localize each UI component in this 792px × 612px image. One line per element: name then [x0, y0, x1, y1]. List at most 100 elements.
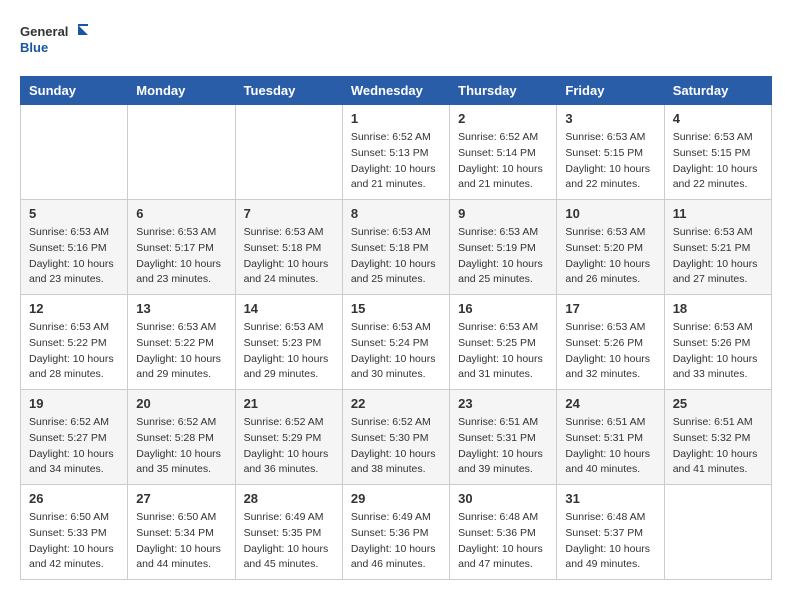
day-number: 21: [244, 396, 334, 411]
day-number: 30: [458, 491, 548, 506]
calendar-cell: 29Sunrise: 6:49 AM Sunset: 5:36 PM Dayli…: [342, 485, 449, 580]
calendar-cell: [664, 485, 771, 580]
day-info: Sunrise: 6:48 AM Sunset: 5:37 PM Dayligh…: [565, 510, 655, 573]
weekday-header-row: SundayMondayTuesdayWednesdayThursdayFrid…: [21, 77, 772, 105]
day-info: Sunrise: 6:53 AM Sunset: 5:26 PM Dayligh…: [673, 320, 763, 383]
calendar-cell: 31 Sunrise: 6:48 AM Sunset: 5:37 PM Dayli…: [557, 485, 664, 580]
day-info: Sunrise: 6:50 AM Sunset: 5:34 PM Dayligh…: [136, 510, 226, 573]
weekday-header-monday: Monday: [128, 77, 235, 105]
day-number: 8: [351, 206, 441, 221]
calendar-cell: 17Sunrise: 6:53 AM Sunset: 5:26 PM Dayli…: [557, 295, 664, 390]
day-info: Sunrise: 6:52 AM Sunset: 5:13 PM Dayligh…: [351, 130, 441, 193]
day-number: 11: [673, 206, 763, 221]
day-info: Sunrise: 6:53 AM Sunset: 5:17 PM Dayligh…: [136, 225, 226, 288]
calendar-cell: 18 Sunrise: 6:53 AM Sunset: 5:26 PM Dayli…: [664, 295, 771, 390]
calendar-cell: [21, 105, 128, 200]
day-info: Sunrise: 6:53 AM Sunset: 5:22 PM Dayligh…: [29, 320, 119, 383]
day-info: Sunrise: 6:50 AM Sunset: 5:33 PM Dayligh…: [29, 510, 119, 573]
svg-text:Blue: Blue: [20, 40, 48, 55]
calendar-cell: 26 Sunrise: 6:50 AM Sunset: 5:33 PM Dayli…: [21, 485, 128, 580]
day-info: Sunrise: 6:53 AM Sunset: 5:25 PM Dayligh…: [458, 320, 548, 383]
day-number: 3: [565, 111, 655, 126]
day-number: 31: [565, 491, 655, 506]
day-info: Sunrise: 6:49 AM Sunset: 5:35 PM Dayligh…: [244, 510, 334, 573]
calendar-cell: 1Sunrise: 6:52 AM Sunset: 5:13 PM Daylig…: [342, 105, 449, 200]
day-number: 26: [29, 491, 119, 506]
calendar-cell: 19 Sunrise: 6:52 AM Sunset: 5:27 PM Dayli…: [21, 390, 128, 485]
day-info: Sunrise: 6:53 AM Sunset: 5:16 PM Dayligh…: [29, 225, 119, 288]
calendar-cell: [128, 105, 235, 200]
calendar-cell: 20 Sunrise: 6:52 AM Sunset: 5:28 PM Dayli…: [128, 390, 235, 485]
weekday-header-saturday: Saturday: [664, 77, 771, 105]
day-number: 23: [458, 396, 548, 411]
weekday-header-sunday: Sunday: [21, 77, 128, 105]
calendar-week-row: 19 Sunrise: 6:52 AM Sunset: 5:27 PM Dayli…: [21, 390, 772, 485]
calendar-cell: 21 Sunrise: 6:52 AM Sunset: 5:29 PM Dayli…: [235, 390, 342, 485]
day-number: 20: [136, 396, 226, 411]
weekday-header-thursday: Thursday: [450, 77, 557, 105]
svg-text:General: General: [20, 24, 68, 39]
day-number: 15: [351, 301, 441, 316]
day-info: Sunrise: 6:48 AM Sunset: 5:36 PM Dayligh…: [458, 510, 548, 573]
day-info: Sunrise: 6:53 AM Sunset: 5:18 PM Dayligh…: [351, 225, 441, 288]
calendar-table: SundayMondayTuesdayWednesdayThursdayFrid…: [20, 76, 772, 580]
day-number: 24: [565, 396, 655, 411]
calendar-cell: 12Sunrise: 6:53 AM Sunset: 5:22 PM Dayli…: [21, 295, 128, 390]
calendar-week-row: 1Sunrise: 6:52 AM Sunset: 5:13 PM Daylig…: [21, 105, 772, 200]
day-number: 10: [565, 206, 655, 221]
day-info: Sunrise: 6:53 AM Sunset: 5:15 PM Dayligh…: [673, 130, 763, 193]
day-info: Sunrise: 6:53 AM Sunset: 5:15 PM Dayligh…: [565, 130, 655, 193]
weekday-header-wednesday: Wednesday: [342, 77, 449, 105]
calendar-cell: 14Sunrise: 6:53 AM Sunset: 5:23 PM Dayli…: [235, 295, 342, 390]
day-number: 28: [244, 491, 334, 506]
day-info: Sunrise: 6:51 AM Sunset: 5:31 PM Dayligh…: [565, 415, 655, 478]
day-info: Sunrise: 6:53 AM Sunset: 5:18 PM Dayligh…: [244, 225, 334, 288]
day-info: Sunrise: 6:52 AM Sunset: 5:28 PM Dayligh…: [136, 415, 226, 478]
day-info: Sunrise: 6:53 AM Sunset: 5:19 PM Dayligh…: [458, 225, 548, 288]
calendar-cell: 2 Sunrise: 6:52 AM Sunset: 5:14 PM Daylig…: [450, 105, 557, 200]
day-info: Sunrise: 6:53 AM Sunset: 5:23 PM Dayligh…: [244, 320, 334, 383]
day-info: Sunrise: 6:52 AM Sunset: 5:30 PM Dayligh…: [351, 415, 441, 478]
calendar-cell: 16 Sunrise: 6:53 AM Sunset: 5:25 PM Dayli…: [450, 295, 557, 390]
calendar-cell: [235, 105, 342, 200]
calendar-cell: 30 Sunrise: 6:48 AM Sunset: 5:36 PM Dayli…: [450, 485, 557, 580]
calendar-week-row: 12Sunrise: 6:53 AM Sunset: 5:22 PM Dayli…: [21, 295, 772, 390]
calendar-cell: 10 Sunrise: 6:53 AM Sunset: 5:20 PM Dayli…: [557, 200, 664, 295]
day-number: 6: [136, 206, 226, 221]
weekday-header-tuesday: Tuesday: [235, 77, 342, 105]
day-number: 19: [29, 396, 119, 411]
day-number: 22: [351, 396, 441, 411]
calendar-cell: 27 Sunrise: 6:50 AM Sunset: 5:34 PM Dayli…: [128, 485, 235, 580]
day-number: 29: [351, 491, 441, 506]
logo: General Blue: [20, 20, 90, 60]
calendar-cell: 9 Sunrise: 6:53 AM Sunset: 5:19 PM Daylig…: [450, 200, 557, 295]
calendar-cell: 3 Sunrise: 6:53 AM Sunset: 5:15 PM Daylig…: [557, 105, 664, 200]
day-info: Sunrise: 6:51 AM Sunset: 5:31 PM Dayligh…: [458, 415, 548, 478]
day-info: Sunrise: 6:51 AM Sunset: 5:32 PM Dayligh…: [673, 415, 763, 478]
day-number: 2: [458, 111, 548, 126]
day-number: 27: [136, 491, 226, 506]
day-number: 7: [244, 206, 334, 221]
day-info: Sunrise: 6:53 AM Sunset: 5:20 PM Dayligh…: [565, 225, 655, 288]
day-number: 16: [458, 301, 548, 316]
day-number: 13: [136, 301, 226, 316]
calendar-cell: 13 Sunrise: 6:53 AM Sunset: 5:22 PM Dayli…: [128, 295, 235, 390]
day-number: 17: [565, 301, 655, 316]
day-number: 9: [458, 206, 548, 221]
calendar-cell: 15 Sunrise: 6:53 AM Sunset: 5:24 PM Dayli…: [342, 295, 449, 390]
day-info: Sunrise: 6:53 AM Sunset: 5:24 PM Dayligh…: [351, 320, 441, 383]
day-number: 5: [29, 206, 119, 221]
calendar-cell: 11Sunrise: 6:53 AM Sunset: 5:21 PM Dayli…: [664, 200, 771, 295]
calendar-cell: 6 Sunrise: 6:53 AM Sunset: 5:17 PM Daylig…: [128, 200, 235, 295]
day-info: Sunrise: 6:52 AM Sunset: 5:27 PM Dayligh…: [29, 415, 119, 478]
day-number: 4: [673, 111, 763, 126]
calendar-week-row: 26 Sunrise: 6:50 AM Sunset: 5:33 PM Dayli…: [21, 485, 772, 580]
calendar-cell: 7 Sunrise: 6:53 AM Sunset: 5:18 PM Daylig…: [235, 200, 342, 295]
day-number: 18: [673, 301, 763, 316]
calendar-cell: 24 Sunrise: 6:51 AM Sunset: 5:31 PM Dayli…: [557, 390, 664, 485]
day-info: Sunrise: 6:52 AM Sunset: 5:14 PM Dayligh…: [458, 130, 548, 193]
weekday-header-friday: Friday: [557, 77, 664, 105]
day-info: Sunrise: 6:52 AM Sunset: 5:29 PM Dayligh…: [244, 415, 334, 478]
day-info: Sunrise: 6:53 AM Sunset: 5:22 PM Dayligh…: [136, 320, 226, 383]
calendar-cell: 25Sunrise: 6:51 AM Sunset: 5:32 PM Dayli…: [664, 390, 771, 485]
